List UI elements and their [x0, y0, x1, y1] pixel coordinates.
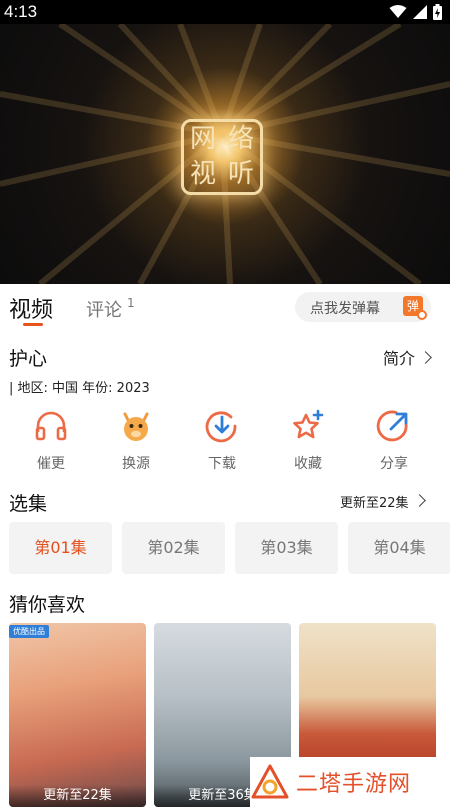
headphones-icon	[35, 411, 67, 441]
status-bar: 4:13	[0, 0, 450, 24]
action-favorite[interactable]: 收藏	[265, 408, 351, 473]
action-bar: 催更 换源 下载 收藏 分享	[0, 408, 450, 478]
comment-count: 1	[127, 296, 135, 310]
episode-list: 第01集 第02集 第03集 第04集	[9, 522, 450, 574]
site-watermark: 二塔手游网	[250, 757, 450, 807]
action-label: 催更	[37, 456, 65, 472]
recommend-title: 猜你喜欢	[9, 594, 86, 616]
action-urge-update[interactable]: 催更	[8, 408, 94, 473]
show-title: 护心	[9, 348, 48, 370]
episodes-update-status: 更新至22集	[340, 496, 409, 511]
danmaku-input[interactable]: 点我发弹幕 弹	[295, 292, 431, 322]
recommend-card[interactable]: 优酷出品 更新至22集	[9, 623, 146, 807]
camel-icon	[123, 412, 149, 441]
episode-chip[interactable]: 第01集	[9, 522, 112, 574]
action-label: 收藏	[294, 456, 322, 472]
intro-label: 简介	[383, 349, 416, 368]
intro-link[interactable]: 简介	[383, 345, 432, 369]
logo-char: 络	[227, 124, 254, 154]
chevron-right-icon	[419, 351, 432, 364]
star-add-icon	[293, 409, 324, 439]
logo-char: 听	[227, 159, 254, 189]
status-time: 4:13	[4, 2, 38, 21]
tab-comments[interactable]: 评论	[86, 296, 122, 322]
card-update-status: 更新至22集	[9, 785, 146, 807]
episode-chip[interactable]: 第04集	[348, 522, 450, 574]
wifi-icon	[389, 5, 407, 18]
logo-char: 网	[189, 124, 216, 154]
danmaku-toggle-icon[interactable]: 弹	[403, 296, 427, 320]
episode-chip[interactable]: 第03集	[235, 522, 338, 574]
watermark-text: 二塔手游网	[296, 772, 412, 797]
action-label: 分享	[380, 456, 408, 472]
danmaku-placeholder: 点我发弹幕	[310, 301, 380, 317]
action-label: 下载	[208, 456, 236, 472]
episodes-title: 选集	[9, 493, 48, 515]
studio-badge: 优酷出品	[9, 625, 49, 638]
episodes-more-link[interactable]: 更新至22集	[340, 492, 426, 511]
chevron-right-icon	[412, 494, 426, 507]
network-av-logo: 网 络 视 听	[181, 119, 263, 195]
show-meta: | 地区: 中国 年份: 2023	[9, 381, 150, 396]
action-download[interactable]: 下载	[179, 408, 265, 473]
action-switch-source[interactable]: 换源	[93, 408, 179, 473]
video-player[interactable]: 网 络 视 听	[0, 24, 450, 284]
action-share[interactable]: 分享	[351, 408, 437, 473]
download-icon	[205, 411, 237, 443]
signal-icon	[413, 5, 427, 19]
share-icon	[376, 410, 408, 442]
episode-chip[interactable]: 第02集	[122, 522, 225, 574]
watermark-logo-icon	[251, 764, 289, 799]
battery-charging-icon	[433, 4, 442, 20]
tab-active-indicator	[23, 323, 43, 326]
tab-video[interactable]: 视频	[9, 292, 53, 324]
content-tabs: 视频 评论 1 点我发弹幕 弹	[0, 284, 450, 330]
action-label: 换源	[122, 456, 150, 472]
logo-char: 视	[189, 159, 216, 189]
status-icons	[389, 4, 442, 20]
